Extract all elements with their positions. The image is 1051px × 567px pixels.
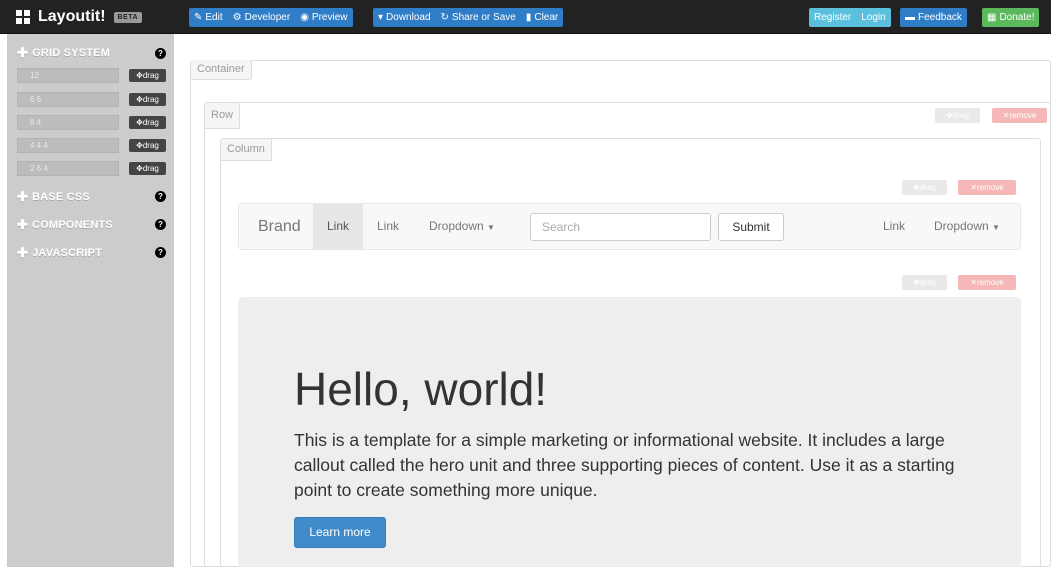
top-navbar: Layoutit! BETA ✎ Edit ⚙ Developer ◉ Prev…	[0, 0, 1051, 34]
grid-preset: 4 4 4	[17, 138, 119, 153]
move-icon: ✥	[946, 111, 953, 120]
sidebar-section-components[interactable]: ✚ COMPONENTS	[17, 216, 113, 234]
drag-handle[interactable]: ✥drag	[129, 93, 166, 106]
help-icon[interactable]: ?	[155, 191, 166, 202]
move-icon: ✥	[136, 95, 143, 104]
preview-button[interactable]: ◉ Preview	[295, 8, 352, 27]
learn-more-button[interactable]: Learn more	[294, 517, 386, 548]
navbar-remove-button[interactable]: ✕remove	[958, 180, 1016, 195]
navbar-link[interactable]: Link	[377, 204, 399, 249]
edit-button[interactable]: ✎ Edit	[189, 8, 228, 27]
navbar-brand[interactable]: Brand	[258, 204, 301, 249]
donate-button[interactable]: ▦ Donate!	[982, 8, 1040, 27]
close-icon: ✕	[970, 183, 977, 192]
beta-badge: BETA	[113, 11, 143, 23]
developer-button[interactable]: ⚙ Developer	[228, 8, 296, 27]
feedback-button[interactable]: ▬ Feedback	[900, 8, 967, 27]
hero-unit: Hello, world! This is a template for a s…	[238, 297, 1021, 567]
row-drag-button[interactable]: ✥drag	[935, 108, 980, 123]
trash-icon: ▮	[525, 12, 532, 23]
sidebar-section-javascript[interactable]: ✚ JAVASCRIPT	[17, 244, 102, 262]
grid-preset: 8 4	[17, 115, 119, 130]
grid-row-item: 4 4 4 ✥drag	[17, 138, 166, 153]
grid-logo-icon	[16, 10, 30, 24]
hero-heading: Hello, world!	[294, 363, 548, 415]
drag-handle[interactable]: ✥drag	[129, 162, 166, 175]
grid-row-item: 8 4 ✥drag	[17, 115, 166, 130]
move-icon: ✥	[136, 141, 143, 150]
app-title: Layoutit!	[38, 8, 106, 25]
container-label: Container	[191, 60, 252, 80]
search-input[interactable]: Search	[530, 213, 711, 241]
close-icon: ✕	[970, 278, 977, 287]
navbar-drag-button[interactable]: ✥drag	[902, 180, 947, 195]
drag-handle[interactable]: ✥drag	[129, 116, 166, 129]
help-icon[interactable]: ?	[155, 48, 166, 59]
move-icon: ✥	[136, 118, 143, 127]
share-button[interactable]: ↻ Share or Save	[436, 8, 521, 27]
row-remove-button[interactable]: ✕remove	[992, 108, 1047, 123]
login-button[interactable]: Login	[856, 8, 890, 27]
close-icon: ✕	[1002, 111, 1010, 120]
comment-icon: ▬	[905, 12, 915, 23]
sidebar-section-base-css[interactable]: ✚ BASE CSS	[17, 188, 90, 206]
sidebar: ✚ GRID SYSTEM ? 12 ✥drag 6 6 ✥drag 8 4 ✥…	[7, 34, 174, 567]
hero-remove-button[interactable]: ✕remove	[958, 275, 1016, 290]
developer-icon: ⚙	[232, 12, 242, 23]
navbar-dropdown[interactable]: Dropdown ▼	[429, 204, 495, 249]
sidebar-section-grid-system[interactable]: ✚ GRID SYSTEM	[17, 44, 110, 62]
grid-row-item: 2 6 4 ✥drag	[17, 161, 166, 176]
drag-handle[interactable]: ✥drag	[129, 69, 166, 82]
preview-navbar: Brand Link Link Dropdown ▼ Search Submit…	[238, 203, 1021, 250]
navbar-link-right[interactable]: Link	[883, 204, 905, 249]
move-icon: ✥	[136, 71, 143, 80]
caret-down-icon: ▼	[487, 223, 495, 232]
drag-handle[interactable]: ✥drag	[129, 139, 166, 152]
help-icon[interactable]: ?	[155, 247, 166, 258]
plus-icon: ✚	[17, 217, 29, 232]
help-icon[interactable]: ?	[155, 219, 166, 230]
caret-down-icon: ▼	[992, 223, 1000, 232]
file-button-group: ▾ Download ↻ Share or Save ▮ Clear	[373, 8, 564, 27]
grid-preset: 12	[17, 68, 119, 83]
navbar-dropdown-right[interactable]: Dropdown ▼	[934, 204, 1000, 249]
plus-icon: ✚	[17, 189, 29, 204]
clear-button[interactable]: ▮ Clear	[521, 8, 563, 27]
plus-icon: ✚	[17, 45, 29, 60]
grid-row-item: 6 6 ✥drag	[17, 92, 166, 107]
download-button[interactable]: ▾ Download	[373, 8, 436, 27]
column-label: Column	[221, 139, 272, 161]
navbar-link-active[interactable]: Link	[313, 204, 363, 249]
account-button-group: Register Login	[809, 8, 891, 27]
grid-preset: 2 6 4	[17, 161, 119, 176]
register-button[interactable]: Register	[809, 8, 856, 27]
hero-text: This is a template for a simple marketin…	[294, 430, 955, 500]
hero-drag-button[interactable]: ✥drag	[902, 275, 947, 290]
move-icon: ✥	[136, 164, 143, 173]
grid-row-item: 12 ✥drag	[17, 68, 166, 83]
eye-icon: ◉	[300, 12, 309, 23]
share-icon: ↻	[440, 12, 449, 23]
edit-icon: ✎	[194, 12, 203, 23]
row-label: Row	[205, 103, 241, 129]
app-brand[interactable]: Layoutit! BETA	[16, 6, 143, 28]
mode-button-group: ✎ Edit ⚙ Developer ◉ Preview	[189, 8, 353, 27]
move-icon: ✥	[913, 183, 920, 192]
submit-button[interactable]: Submit	[718, 213, 784, 241]
chevron-down-icon: ▾	[378, 12, 384, 23]
move-icon: ✥	[913, 278, 920, 287]
grid-preset: 6 6	[17, 92, 119, 107]
plus-icon: ✚	[17, 245, 29, 260]
gift-icon: ▦	[987, 12, 997, 23]
